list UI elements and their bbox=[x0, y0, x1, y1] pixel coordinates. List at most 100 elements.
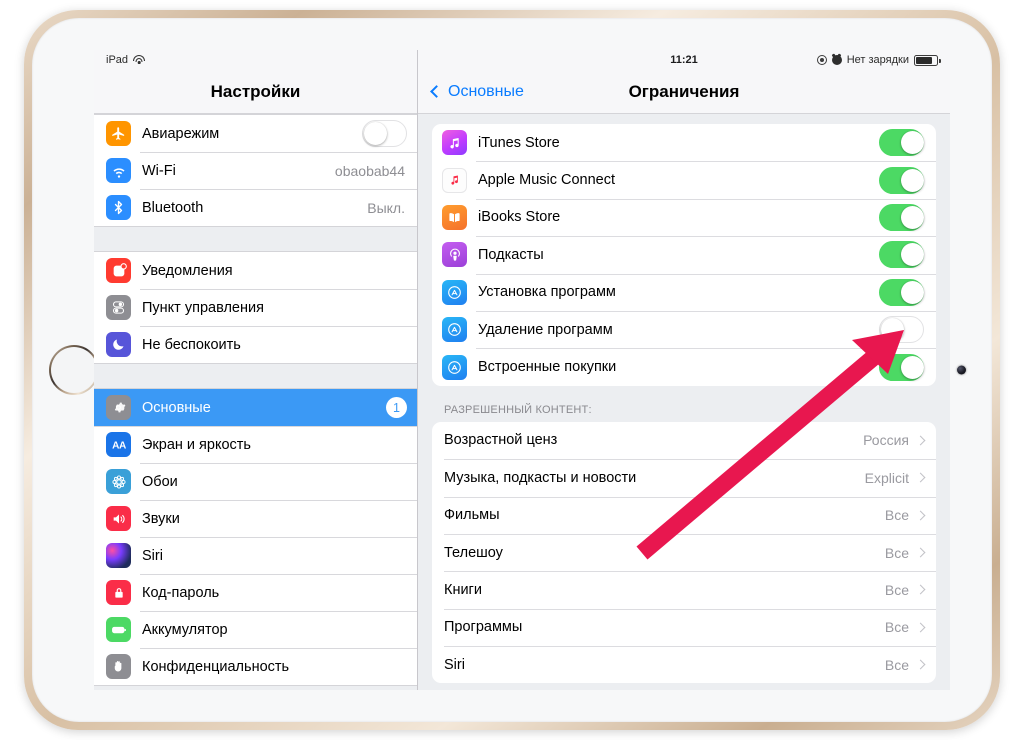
detail-status-bar: 11:21 Нет зарядки bbox=[418, 50, 950, 70]
sidebar-item-label: Основные bbox=[142, 399, 211, 416]
row-value: Все bbox=[884, 544, 909, 561]
row-label: Siri bbox=[444, 656, 465, 673]
podcasts-toggle[interactable] bbox=[879, 241, 924, 269]
row-label: Apple Music Connect bbox=[478, 172, 616, 189]
chevron-left-icon bbox=[430, 85, 443, 98]
row-delete-apps[interactable]: Удаление программ bbox=[432, 310, 936, 348]
row-label: iBooks Store bbox=[478, 209, 561, 226]
row-music-podcasts-news[interactable]: Музыка, подкасты и новости Explicit bbox=[432, 459, 936, 496]
sidebar-item-wallpaper[interactable]: Обои bbox=[94, 463, 417, 500]
delete-apps-toggle[interactable] bbox=[879, 316, 924, 344]
sidebar-item-label: Авиарежим bbox=[142, 125, 220, 142]
row-podcasts[interactable]: Подкасты bbox=[432, 236, 936, 273]
sidebar-item-label: Обои bbox=[142, 473, 178, 490]
restrictions-pane: 11:21 Нет зарядки Основные Ограничения i… bbox=[418, 50, 950, 690]
sidebar-scroll[interactable]: Авиарежим Wi-Fi obaobab44 Bluetooth Выкл… bbox=[94, 114, 417, 690]
sidebar-item-privacy[interactable]: Конфиденциальность bbox=[94, 648, 417, 685]
row-books[interactable]: Книги Все bbox=[432, 571, 936, 608]
sidebar-group-gap bbox=[94, 364, 417, 388]
wifi-icon bbox=[106, 158, 131, 183]
apple-music-connect-toggle[interactable] bbox=[879, 166, 924, 194]
sidebar-title: Настройки bbox=[94, 70, 417, 114]
wifi-icon bbox=[133, 55, 146, 65]
row-age-rating[interactable]: Возрастной ценз Россия bbox=[432, 422, 936, 459]
row-label: Удаление программ bbox=[478, 321, 613, 338]
sidebar-item-wifi[interactable]: Wi-Fi obaobab44 bbox=[94, 152, 417, 189]
sidebar-group-system: Основные 1 AA Экран и яркость Обои Звуки… bbox=[94, 388, 417, 686]
sidebar-item-notifications[interactable]: Уведомления bbox=[94, 252, 417, 289]
sidebar-item-bluetooth[interactable]: Bluetooth Выкл. bbox=[94, 189, 417, 226]
row-value: Explicit bbox=[864, 469, 909, 486]
moon-icon bbox=[106, 332, 131, 357]
install-apps-toggle[interactable] bbox=[879, 278, 924, 306]
ibooks-store-toggle[interactable] bbox=[879, 203, 924, 231]
row-label: Встроенные покупки bbox=[478, 359, 617, 376]
chevron-right-icon bbox=[915, 510, 926, 521]
battery-icon bbox=[914, 54, 941, 66]
row-label: Программы bbox=[444, 619, 523, 636]
sidebar-item-label: Код-пароль bbox=[142, 584, 220, 601]
chevron-right-icon bbox=[915, 659, 926, 670]
sidebar-item-battery[interactable]: Аккумулятор bbox=[94, 611, 417, 648]
chevron-right-icon bbox=[915, 472, 926, 483]
row-siri[interactable]: Siri Все bbox=[432, 646, 936, 683]
general-badge: 1 bbox=[386, 397, 407, 418]
sound-icon bbox=[106, 506, 131, 531]
battery-icon bbox=[106, 617, 131, 642]
gear-icon bbox=[106, 395, 131, 420]
allowed-content-card: Возрастной ценз Россия Музыка, подкасты … bbox=[432, 421, 936, 684]
sidebar-item-label: Не беспокоить bbox=[142, 336, 241, 353]
row-value: Все bbox=[884, 581, 909, 598]
sidebar-item-label: Пункт управления bbox=[142, 299, 264, 316]
detail-scroll[interactable]: iTunes Store Apple Music Connect iBooks … bbox=[418, 114, 950, 690]
row-label: Музыка, подкасты и новости bbox=[444, 469, 637, 486]
back-button[interactable]: Основные bbox=[430, 83, 524, 101]
row-value: Все bbox=[884, 656, 909, 673]
sidebar-item-airplane-mode[interactable]: Авиарежим bbox=[94, 115, 417, 152]
sidebar-item-label: Аккумулятор bbox=[142, 621, 228, 638]
itunes-store-toggle[interactable] bbox=[879, 129, 924, 157]
bluetooth-state-value: Выкл. bbox=[367, 199, 405, 216]
row-in-app-purchases[interactable]: Встроенные покупки bbox=[432, 348, 936, 385]
wifi-network-value: obaobab44 bbox=[334, 162, 405, 179]
wallpaper-icon bbox=[106, 469, 131, 494]
sidebar-item-general[interactable]: Основные 1 bbox=[94, 389, 417, 426]
detail-nav-bar: Основные Ограничения bbox=[418, 70, 950, 114]
row-itunes-store[interactable]: iTunes Store bbox=[432, 124, 936, 161]
ipad-screen: iPad Настройки Авиарежим Wi-Fi obaobab44… bbox=[94, 50, 950, 690]
home-button[interactable] bbox=[49, 345, 99, 395]
control-center-icon bbox=[106, 295, 131, 320]
sidebar-item-do-not-disturb[interactable]: Не беспокоить bbox=[94, 326, 417, 363]
battery-status-label: Нет зарядки bbox=[846, 54, 909, 66]
row-movies[interactable]: Фильмы Все bbox=[432, 496, 936, 534]
row-label: Фильмы bbox=[444, 507, 500, 524]
airplane-mode-toggle[interactable] bbox=[362, 120, 407, 147]
sidebar-item-label: Siri bbox=[142, 547, 163, 564]
row-value: Россия bbox=[863, 432, 909, 449]
sidebar-item-sounds[interactable]: Звуки bbox=[94, 500, 417, 537]
row-install-apps[interactable]: Установка программ bbox=[432, 273, 936, 311]
sidebar-item-display-brightness[interactable]: AA Экран и яркость bbox=[94, 426, 417, 463]
row-value: Все bbox=[884, 507, 909, 524]
row-ibooks-store[interactable]: iBooks Store bbox=[432, 198, 936, 236]
chevron-right-icon bbox=[915, 435, 926, 446]
row-label: Установка программ bbox=[478, 284, 616, 301]
row-tv-shows[interactable]: Телешоу Все bbox=[432, 533, 936, 571]
hand-icon bbox=[106, 654, 131, 679]
row-label: Возрастной ценз bbox=[444, 432, 558, 449]
in-app-purchases-toggle[interactable] bbox=[879, 353, 924, 381]
row-apple-music-connect[interactable]: Apple Music Connect bbox=[432, 161, 936, 198]
sidebar-status-bar: iPad bbox=[94, 50, 417, 70]
row-apps[interactable]: Программы Все bbox=[432, 608, 936, 646]
sidebar-item-control-center[interactable]: Пункт управления bbox=[94, 289, 417, 326]
sidebar-item-label: Конфиденциальность bbox=[142, 658, 290, 675]
settings-sidebar: iPad Настройки Авиарежим Wi-Fi obaobab44… bbox=[94, 50, 418, 690]
bluetooth-icon bbox=[106, 195, 131, 220]
sidebar-item-label: Звуки bbox=[142, 510, 180, 527]
sidebar-item-label: Wi-Fi bbox=[142, 162, 176, 179]
sidebar-item-passcode[interactable]: Код-пароль bbox=[94, 574, 417, 611]
sidebar-item-label: Уведомления bbox=[142, 262, 233, 279]
sidebar-item-siri[interactable]: Siri bbox=[94, 537, 417, 574]
siri-icon bbox=[106, 543, 131, 568]
chevron-right-icon bbox=[915, 547, 926, 558]
